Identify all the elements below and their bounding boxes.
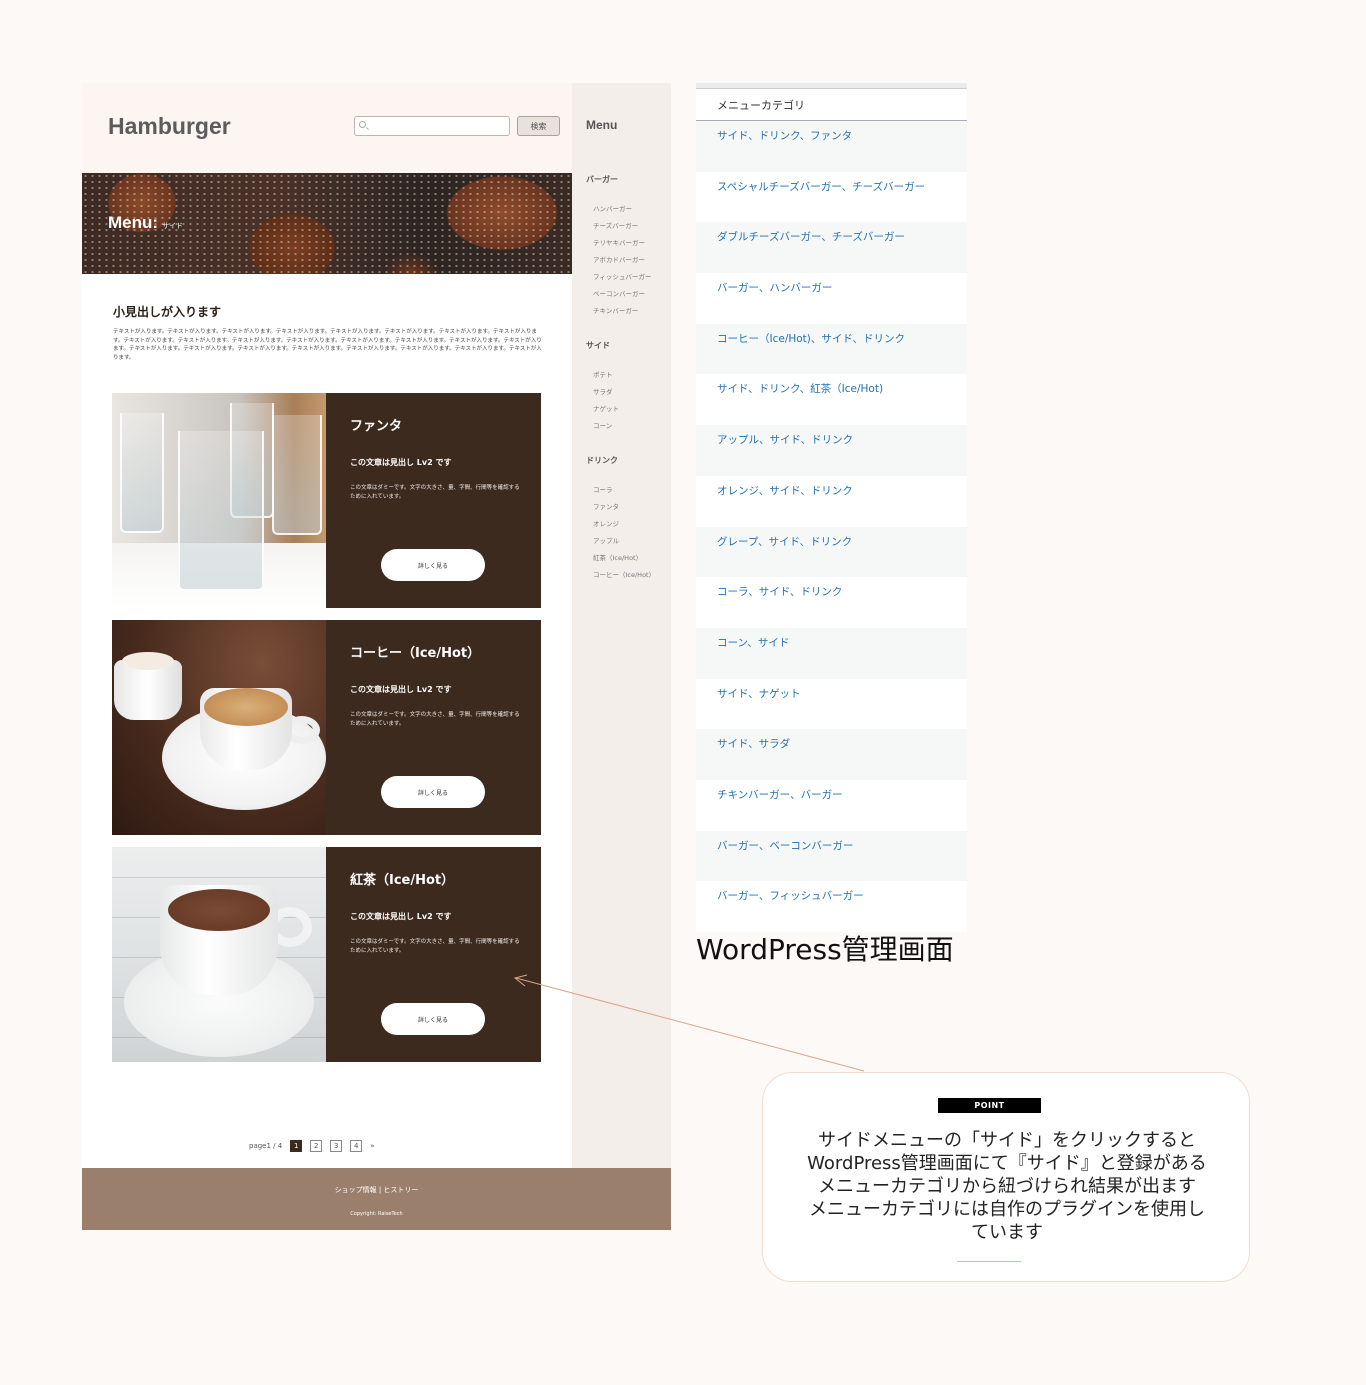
- menu-card: ファンタ この文章は見出し Lv2 です この文章はダミーです。文字の大きさ、量…: [112, 393, 541, 608]
- menu-card-body: 紅茶（Ice/Hot） この文章は見出し Lv2 です この文章はダミーです。文…: [326, 847, 541, 1062]
- details-button[interactable]: 詳しく見る: [381, 776, 485, 808]
- callout-line: メニューカテゴリには自作のプラグインを使用し: [809, 1199, 1205, 1220]
- sidebar-category-drink[interactable]: ドリンク: [586, 455, 618, 466]
- sidebar-item[interactable]: ハンバーガー: [593, 203, 632, 213]
- sidebar-title: Menu: [586, 118, 618, 132]
- lead-text: テキストが入ります。テキストが入ります。テキストが入ります。テキストが入ります。…: [113, 329, 542, 361]
- tea-cup-image: [112, 847, 326, 1062]
- callout-line: WordPress管理画面にて『サイド』と登録がある: [807, 1153, 1207, 1174]
- point-callout: POINT サイドメニューの「サイド」をクリックすると WordPress管理画…: [762, 1072, 1250, 1282]
- wp-category-row[interactable]: グレープ、サイド、ドリンク: [696, 526, 967, 578]
- menu-card-title: ファンタ: [350, 419, 403, 434]
- sidebar-item[interactable]: サラダ: [593, 386, 613, 396]
- search-input[interactable]: [371, 118, 507, 134]
- wp-category-row[interactable]: コーラ、サイド、ドリンク: [696, 577, 967, 628]
- footer-copyright: Copyright: RaiseTech: [350, 1211, 403, 1217]
- site-logo[interactable]: Hamburger: [108, 113, 231, 140]
- wp-category-row[interactable]: コーヒー（Ice/Hot)、サイド、ドリンク: [696, 323, 967, 375]
- sidebar-category-burger[interactable]: バーガー: [586, 174, 618, 185]
- wp-category-row[interactable]: アップル、サイド、ドリンク: [696, 425, 967, 476]
- sidebar-item[interactable]: ファンタ: [593, 501, 619, 511]
- menu-card-title: 紅茶（Ice/Hot）: [350, 873, 455, 888]
- sidebar-item[interactable]: チーズバーガー: [593, 220, 638, 230]
- wp-category-row[interactable]: バーガー、ハンバーガー: [696, 273, 967, 324]
- sidebar-category-side[interactable]: サイド: [586, 340, 610, 351]
- page-link-2[interactable]: 2: [310, 1140, 323, 1152]
- wp-category-row[interactable]: サイド、ドリンク、紅茶（Ice/Hot): [696, 374, 967, 426]
- hero-subtitle: サイド: [162, 223, 184, 230]
- wp-category-row[interactable]: ダブルチーズバーガー、チーズバーガー: [696, 222, 967, 274]
- search-button[interactable]: 検索: [517, 116, 560, 136]
- wp-column-header[interactable]: メニューカテゴリ: [696, 89, 967, 121]
- search-box[interactable]: [354, 116, 510, 136]
- wp-category-row[interactable]: チキンバーガー、バーガー: [696, 779, 967, 831]
- callout-divider: [957, 1261, 1021, 1262]
- wp-admin-list: メニューカテゴリ サイド、ドリンク、ファンタ スペシャルチーズバーガー、チーズバ…: [696, 83, 967, 932]
- next-page-link[interactable]: »: [370, 1142, 374, 1150]
- hero-title-text: Menu:: [108, 213, 159, 232]
- sub-heading: 小見出しが入ります: [113, 305, 222, 319]
- callout-text: サイドメニューの「サイド」をクリックすると WordPress管理画面にて『サイ…: [777, 1129, 1237, 1244]
- website-mockup: Hamburger 検索 Menu: サイド 小見出しが入ります テキストが入りま…: [82, 83, 671, 1230]
- footer-links[interactable]: ショップ情報 | ヒストリー: [82, 1185, 671, 1195]
- menu-card-description: この文章はダミーです。文字の大きさ、量、字間、行間等を確認するために入れています…: [350, 712, 520, 727]
- sidebar-item[interactable]: ポテト: [593, 369, 613, 379]
- menu-card-description: この文章はダミーです。文字の大きさ、量、字間、行間等を確認するために入れています…: [350, 939, 520, 954]
- callout-line: サイドメニューの「サイド」をクリックすると: [818, 1130, 1196, 1151]
- sidebar-item[interactable]: コーラ: [593, 484, 613, 494]
- site-footer: ショップ情報 | ヒストリー Copyright: RaiseTech: [82, 1168, 671, 1230]
- wp-admin-caption: WordPress管理画面: [696, 933, 954, 966]
- details-button[interactable]: 詳しく見る: [381, 549, 485, 581]
- page-link-3[interactable]: 3: [330, 1140, 343, 1152]
- main-content: Hamburger 検索 Menu: サイド 小見出しが入ります テキストが入りま…: [82, 83, 572, 1168]
- sidebar-item[interactable]: チキンバーガー: [593, 305, 638, 315]
- menu-card-body: コーヒー（Ice/Hot） この文章は見出し Lv2 です この文章はダミーです…: [326, 620, 541, 835]
- wp-category-row[interactable]: コーン、サイド: [696, 627, 967, 679]
- menu-card-heading: この文章は見出し Lv2 です: [350, 458, 452, 467]
- point-badge: POINT: [938, 1098, 1041, 1113]
- menu-card: コーヒー（Ice/Hot） この文章は見出し Lv2 です この文章はダミーです…: [112, 620, 541, 835]
- sidebar-item[interactable]: コーヒー（Ice/Hot）: [593, 569, 655, 579]
- sidebar-menu: Menu バーガー ハンバーガー チーズバーガー テリヤキバーガー アボカドバー…: [572, 83, 671, 1168]
- menu-card-heading: この文章は見出し Lv2 です: [350, 685, 452, 694]
- coffee-cup-image: [112, 620, 326, 835]
- sidebar-item[interactable]: 紅茶（Ice/Hot）: [593, 552, 642, 562]
- wp-category-row[interactable]: バーガー、ベーコンバーガー: [696, 830, 967, 882]
- menu-card-description: この文章はダミーです。文字の大きさ、量、字間、行間等を確認するために入れています…: [350, 485, 520, 500]
- sidebar-item[interactable]: アボカドバーガー: [593, 254, 645, 264]
- sidebar-item[interactable]: コーン: [593, 420, 612, 430]
- page-link-4[interactable]: 4: [350, 1140, 363, 1152]
- wp-category-row[interactable]: サイド、ドリンク、ファンタ: [696, 121, 967, 172]
- site-header: Hamburger 検索: [82, 83, 572, 173]
- wp-category-row[interactable]: バーガー、フィッシュバーガー: [696, 881, 967, 932]
- details-button[interactable]: 詳しく見る: [381, 1003, 485, 1035]
- sidebar-item[interactable]: フィッシュバーガー: [593, 271, 651, 281]
- wp-category-row[interactable]: オレンジ、サイド、ドリンク: [696, 475, 967, 527]
- callout-line: メニューカテゴリから紐づけられ結果が出ます: [818, 1176, 1196, 1197]
- page-link-1[interactable]: 1: [290, 1140, 303, 1152]
- glass-of-soda-image: [112, 393, 326, 608]
- search-icon: [359, 121, 366, 128]
- menu-card: 紅茶（Ice/Hot） この文章は見出し Lv2 です この文章はダミーです。文…: [112, 847, 541, 1062]
- sidebar-item[interactable]: ベーコンバーガー: [593, 288, 645, 298]
- wp-category-row[interactable]: サイド、ナゲット: [696, 678, 967, 730]
- menu-card-title: コーヒー（Ice/Hot）: [350, 646, 481, 661]
- menu-card-body: ファンタ この文章は見出し Lv2 です この文章はダミーです。文字の大きさ、量…: [326, 393, 541, 608]
- sidebar-item[interactable]: テリヤキバーガー: [593, 237, 645, 247]
- wp-category-row[interactable]: スペシャルチーズバーガー、チーズバーガー: [696, 171, 967, 223]
- hero-banner: Menu: サイド: [82, 173, 572, 274]
- wp-category-row[interactable]: サイド、サラダ: [696, 729, 967, 780]
- sidebar-item[interactable]: オレンジ: [593, 518, 619, 528]
- sidebar-item[interactable]: アップル: [593, 535, 619, 545]
- callout-line: ています: [971, 1222, 1043, 1243]
- sidebar-item[interactable]: ナゲット: [593, 403, 619, 413]
- page-indicator: page1 / 4: [249, 1142, 283, 1150]
- pagination: page1 / 4 1 2 3 4 »: [249, 1140, 375, 1152]
- menu-card-heading: この文章は見出し Lv2 です: [350, 912, 452, 921]
- hero-title: Menu: サイド: [108, 213, 183, 233]
